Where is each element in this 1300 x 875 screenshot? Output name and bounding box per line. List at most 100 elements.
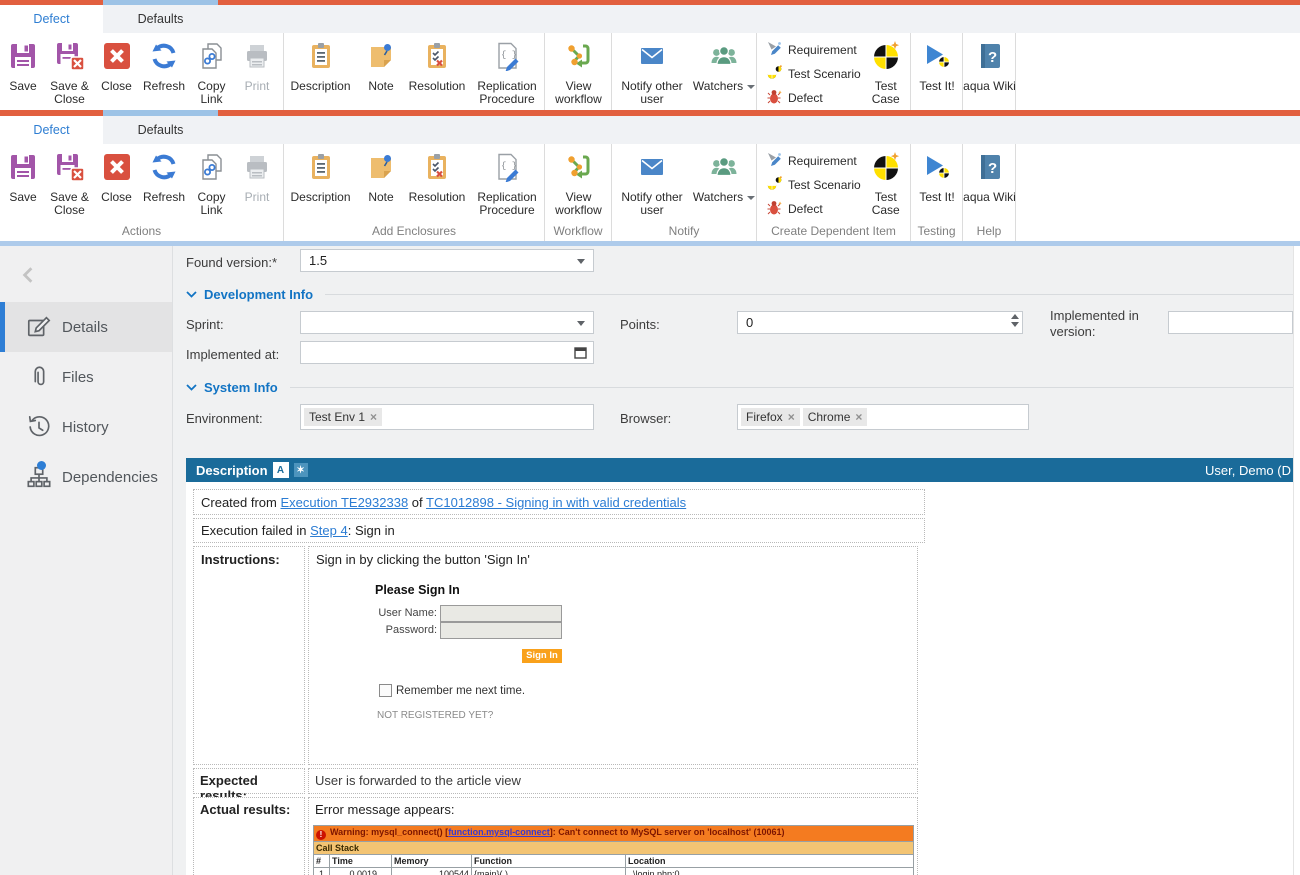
ribbon-button-test-it-[interactable]: Test It! xyxy=(911,33,963,110)
ribbon-group-create-dependent-item: RequirementTest ScenarioDefectTest Case xyxy=(757,33,911,110)
signin-button-image: Sign In xyxy=(522,649,562,663)
ribbon-button-resolution[interactable]: Resolution xyxy=(405,144,469,224)
ribbon-button-requirement[interactable]: Requirement xyxy=(767,149,861,173)
step-link[interactable]: Step 4 xyxy=(310,523,348,538)
paperclip-icon xyxy=(26,364,52,395)
font-style-icon[interactable]: A xyxy=(273,462,289,478)
ribbon-button-note[interactable]: Note xyxy=(357,144,405,224)
ribbon-button-save-close[interactable]: Save & Close xyxy=(46,144,93,224)
notification-dot xyxy=(37,461,46,470)
environment-tags-input[interactable]: Test Env 1× xyxy=(300,404,594,430)
translate-icon[interactable]: ✶ xyxy=(294,463,308,477)
expected-results-label-cell: Expected results: xyxy=(193,768,305,794)
sidebar-item-history[interactable]: History xyxy=(0,402,172,452)
stepper-arrows[interactable] xyxy=(1011,314,1019,327)
resolution-icon xyxy=(422,152,452,187)
ribbon-group-workflow: View workflowWorkflow xyxy=(545,144,612,241)
ribbon-button-note[interactable]: Note xyxy=(357,33,405,110)
remove-tag-icon[interactable]: × xyxy=(855,410,862,424)
ribbon-button-save[interactable]: Save xyxy=(0,144,46,224)
ribbon-button-replication-procedure[interactable]: { }Replication Procedure xyxy=(469,33,545,110)
sidebar-item-files[interactable]: Files xyxy=(0,352,172,402)
chevron-down-icon xyxy=(186,291,197,298)
scrollbar-track[interactable] xyxy=(1293,246,1300,875)
ribbon-button-watchers[interactable]: Watchers xyxy=(692,144,756,224)
calendar-icon[interactable] xyxy=(574,346,587,362)
tab-defect[interactable]: Defect xyxy=(0,116,103,144)
ribbon-button-refresh[interactable]: Refresh xyxy=(140,144,188,224)
ribbon-group-add-enclosures: DescriptionNoteResolution{ }Replication … xyxy=(284,144,545,241)
ribbon-button-replication-procedure[interactable]: { }Replication Procedure xyxy=(469,144,545,224)
ribbon-button-test-case[interactable]: Test Case xyxy=(861,33,911,110)
ribbon-button-test-it-[interactable]: Test It! xyxy=(911,144,963,224)
test-case-link[interactable]: TC1012898 - Signing in with valid creden… xyxy=(426,495,686,510)
remember-me-checkbox: Remember me next time. xyxy=(379,684,525,697)
ribbon-button-save[interactable]: Save xyxy=(0,33,46,110)
section-development-info[interactable]: Development Info xyxy=(186,287,1293,302)
sprint-label: Sprint: xyxy=(186,317,224,332)
ribbon-button-requirement[interactable]: Requirement xyxy=(767,38,861,62)
ribbon-button-copy-link[interactable]: Copy Link xyxy=(188,33,235,110)
view-workflow-icon xyxy=(564,41,594,76)
ribbon-button-description[interactable]: Description xyxy=(284,144,357,224)
section-system-info[interactable]: System Info xyxy=(186,380,1293,395)
sidebar-item-dependencies[interactable]: Dependencies xyxy=(0,452,172,502)
ribbon-button-test-scenario[interactable]: Test Scenario xyxy=(767,62,861,86)
ribbon-button-view-workflow[interactable]: View workflow xyxy=(545,33,612,110)
mysql-connect-link[interactable]: function.mysql-connect xyxy=(448,827,550,837)
remove-tag-icon[interactable]: × xyxy=(788,410,795,424)
remove-tag-icon[interactable]: × xyxy=(370,410,377,424)
ribbon-group-label: Notify xyxy=(612,224,756,241)
ribbon-button-test-scenario[interactable]: Test Scenario xyxy=(767,173,861,197)
browser-tags-input[interactable]: Firefox×Chrome× xyxy=(737,404,1029,430)
ribbon-button-resolution[interactable]: Resolution xyxy=(405,33,469,110)
ribbon-button-close[interactable]: Close xyxy=(93,33,140,110)
call-stack-column-header: # xyxy=(314,855,330,868)
ribbon-group-label: Create Dependent Item xyxy=(757,224,910,241)
execution-link[interactable]: Execution TE2932338 xyxy=(280,495,408,510)
tag-chip: Test Env 1× xyxy=(304,408,382,426)
ribbon-button-aqua-wiki[interactable]: ?aqua Wiki xyxy=(963,144,1016,224)
ribbon-group-notify: Notify other userWatchersNotify xyxy=(612,144,757,241)
call-stack-column-header: Function xyxy=(472,855,626,868)
ribbon-group-workflow: View workflow xyxy=(545,33,612,110)
collapse-sidebar-button[interactable] xyxy=(20,266,36,289)
implemented-in-version-input[interactable] xyxy=(1168,311,1293,334)
ribbon-tabbar-1: Defect Defaults xyxy=(0,5,1300,33)
warning-banner: !Warning: mysql_connect() [function.mysq… xyxy=(314,826,914,842)
ribbon-group-help: ?aqua WikiHelp xyxy=(963,144,1016,241)
implemented-at-date-input[interactable] xyxy=(300,341,594,364)
sidebar-item-details[interactable]: Details xyxy=(0,302,172,352)
ribbon-button-copy-link[interactable]: Copy Link xyxy=(188,144,235,224)
ribbon-button-aqua-wiki[interactable]: ?aqua Wiki xyxy=(963,33,1016,110)
tab-defaults[interactable]: Defaults xyxy=(103,5,218,33)
ribbon-button-close[interactable]: Close xyxy=(93,144,140,224)
signin-form-screenshot: Please Sign In User Name: Password: Sign… xyxy=(375,583,675,597)
instructions-label-cell: Instructions: xyxy=(193,546,305,765)
ribbon-button-notify-other-user[interactable]: Notify other user xyxy=(612,33,692,110)
expected-results-content-cell: User is forwarded to the article view xyxy=(308,768,918,794)
ribbon-button-test-case[interactable]: Test Case xyxy=(861,144,911,224)
ribbon-button-save-close[interactable]: Save & Close xyxy=(46,33,93,110)
tab-defaults[interactable]: Defaults xyxy=(103,116,218,144)
points-stepper[interactable]: 0 xyxy=(737,311,1023,334)
ribbon-button-defect[interactable]: Defect xyxy=(767,197,861,221)
ribbon-button-notify-other-user[interactable]: Notify other user xyxy=(612,144,692,224)
tab-defect[interactable]: Defect xyxy=(0,5,103,33)
ribbon-button-view-workflow[interactable]: View workflow xyxy=(545,144,612,224)
description-panel-body: Created from Execution TE2932338 of TC10… xyxy=(186,482,1293,875)
ribbon-tabbar-2: Defect Defaults xyxy=(0,116,1300,144)
sprint-select[interactable] xyxy=(300,311,594,334)
ribbon-button-watchers[interactable]: Watchers xyxy=(692,33,756,110)
svg-text:{ }: { } xyxy=(501,50,517,60)
ribbon-button-defect[interactable]: Defect xyxy=(767,86,861,110)
print-icon xyxy=(242,152,272,187)
found-version-select[interactable]: 1.5 xyxy=(300,249,594,272)
description-panel-header: Description A ✶ User, Demo (D xyxy=(186,458,1293,482)
environment-label: Environment: xyxy=(186,411,263,426)
call-stack-column-header: Memory xyxy=(392,855,472,868)
ribbon-button-description[interactable]: Description xyxy=(284,33,357,110)
defect-icon xyxy=(767,89,782,107)
ribbon-button-refresh[interactable]: Refresh xyxy=(140,33,188,110)
implemented-in-version-label: Implemented in version: xyxy=(1050,308,1165,340)
